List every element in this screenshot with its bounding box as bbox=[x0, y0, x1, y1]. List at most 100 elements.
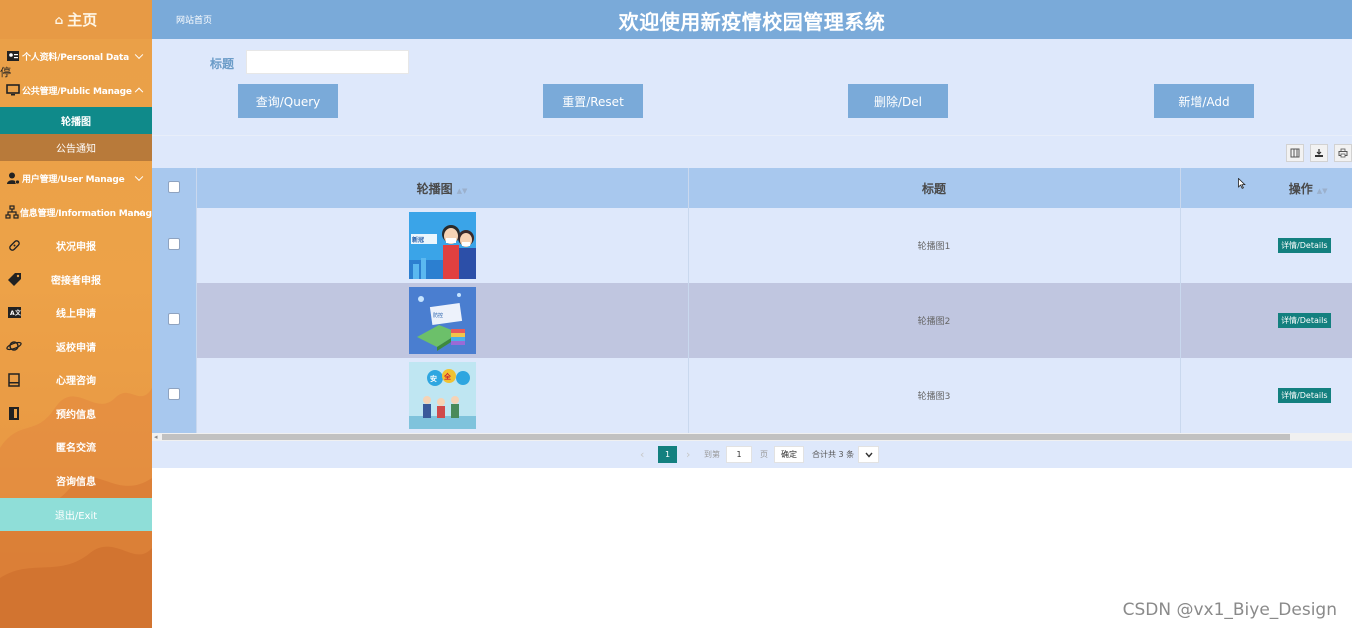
goto-confirm-button[interactable]: 确定 bbox=[774, 446, 804, 463]
goto-label: 到第 bbox=[704, 450, 720, 459]
sidebar-brand[interactable]: ⌂ 主页 bbox=[0, 0, 152, 39]
menu-group-label: 用户管理/User Manage bbox=[22, 174, 125, 185]
menu-group-info[interactable]: 信息管理/Information Manage bbox=[0, 195, 152, 229]
row-checkbox[interactable] bbox=[167, 388, 180, 400]
table-header-row: 轮播图 ▲▼ 标题 操作 ▲▼ bbox=[152, 168, 1352, 208]
stray-glyph: 停 bbox=[0, 66, 11, 79]
menu-item-label: 密接者申报 bbox=[51, 275, 101, 287]
app-root: ⌂ 主页 个人资料/Personal Data 公共管理/Public Mana… bbox=[0, 0, 1352, 628]
export-icon[interactable] bbox=[1310, 144, 1328, 162]
sidebar-item-anonymous-chat[interactable]: 匿名交流 bbox=[0, 430, 152, 464]
menu-item-label: 线上申请 bbox=[56, 309, 96, 321]
sidebar-item-appointment[interactable]: 预约信息 bbox=[0, 397, 152, 431]
menu-item-label: 匿名交流 bbox=[56, 443, 96, 455]
details-button[interactable]: 详情/Details bbox=[1278, 238, 1331, 253]
chevron-down-icon bbox=[134, 50, 144, 60]
sort-icon: ▲▼ bbox=[1316, 186, 1328, 195]
row-checkbox[interactable] bbox=[167, 238, 180, 250]
carousel-thumbnail-3: 安 全 bbox=[408, 362, 476, 429]
column-filter-icon[interactable] bbox=[1286, 144, 1304, 162]
scroll-left-icon[interactable]: ◂ bbox=[154, 433, 158, 441]
page-number-current[interactable]: 1 bbox=[658, 446, 677, 463]
sidebar-item-return-apply[interactable]: 返校申请 bbox=[0, 330, 152, 364]
action-cell: 详情/Details bbox=[1180, 283, 1352, 358]
action-cell: 详情/Details bbox=[1180, 358, 1352, 433]
home-icon: ⌂ bbox=[54, 12, 64, 27]
menu-group-personal[interactable]: 个人资料/Personal Data bbox=[0, 39, 152, 73]
row-select-cell bbox=[152, 208, 197, 283]
total-count: 合计共 3 条 bbox=[812, 450, 855, 459]
title-search-input[interactable] bbox=[246, 50, 409, 74]
image-cell: 安 全 bbox=[196, 358, 689, 433]
chevron-up-icon bbox=[134, 87, 144, 97]
sidebar-item-online-apply[interactable]: A文 线上申请 bbox=[0, 296, 152, 330]
chevron-down-icon bbox=[864, 452, 873, 458]
menu-group-label: 公共管理/Public Manage bbox=[22, 86, 132, 97]
select-all-cell bbox=[152, 168, 197, 208]
sidebar-item-notice[interactable]: 公告通知 bbox=[0, 134, 152, 161]
column-header-label: 标题 bbox=[921, 181, 946, 196]
book-icon bbox=[6, 372, 22, 388]
top-header: 网站首页 欢迎使用新疫情校园管理系统 bbox=[152, 0, 1352, 39]
table-row: 防控 轮播图2 详情/Details bbox=[152, 283, 1352, 358]
prev-page-icon[interactable]: ‹ bbox=[640, 446, 644, 463]
menu-item-label: 返校申请 bbox=[56, 342, 96, 354]
add-button[interactable]: 新增/Add bbox=[1154, 84, 1254, 118]
title-cell: 轮播图2 bbox=[688, 283, 1181, 358]
menu-group-user[interactable]: 用户管理/User Manage bbox=[0, 161, 152, 195]
print-icon[interactable] bbox=[1334, 144, 1352, 162]
sidebar-item-carousel[interactable]: 轮播图 bbox=[0, 107, 152, 134]
sidebar: ⌂ 主页 个人资料/Personal Data 公共管理/Public Mana… bbox=[0, 0, 152, 628]
column-header-actions[interactable]: 操作 ▲▼ bbox=[1180, 168, 1352, 208]
title-cell: 轮播图1 bbox=[688, 208, 1181, 283]
monitor-icon bbox=[5, 82, 21, 98]
watermark: CSDN @vx1_Biye_Design bbox=[1122, 600, 1337, 620]
chevron-down-icon bbox=[134, 172, 144, 182]
scrollbar-thumb[interactable] bbox=[162, 434, 1290, 440]
sidebar-item-consult-info[interactable]: 咨询信息 bbox=[0, 464, 152, 498]
sidebar-item-counseling[interactable]: 心理咨询 bbox=[0, 363, 152, 397]
menu-item-label: 心理咨询 bbox=[56, 376, 96, 388]
menu-group-label: 信息管理/Information Manage bbox=[20, 208, 152, 219]
image-cell: 防控 bbox=[196, 283, 689, 358]
query-button[interactable]: 查询/Query bbox=[238, 84, 338, 118]
sidebar-item-contact-report[interactable]: 密接者申报 bbox=[0, 263, 152, 297]
menu-group-public[interactable]: 公共管理/Public Manage bbox=[0, 73, 152, 107]
delete-button[interactable]: 删除/Del bbox=[848, 84, 948, 118]
svg-text:防控: 防控 bbox=[433, 312, 443, 319]
goto-page-input[interactable]: 1 bbox=[726, 446, 752, 463]
column-header-label: 操作 bbox=[1288, 181, 1313, 196]
table-row: 安 全 轮播图3 详情/Details bbox=[152, 358, 1352, 433]
horizontal-scrollbar[interactable]: ◂ bbox=[152, 433, 1352, 441]
sidebar-item-status-report[interactable]: 状况申报 bbox=[0, 229, 152, 263]
row-checkbox[interactable] bbox=[167, 313, 180, 325]
column-header-image[interactable]: 轮播图 ▲▼ bbox=[196, 168, 689, 208]
sidebar-menu: 个人资料/Personal Data 公共管理/Public Manage 轮播… bbox=[0, 39, 152, 531]
reset-button[interactable]: 重置/Reset bbox=[543, 84, 643, 118]
row-select-cell bbox=[152, 283, 197, 358]
sort-icon: ▲▼ bbox=[456, 186, 468, 195]
title-cell: 轮播图3 bbox=[688, 358, 1181, 433]
translate-icon: A文 bbox=[6, 305, 22, 321]
select-all-checkbox[interactable] bbox=[167, 180, 180, 193]
next-page-icon[interactable]: › bbox=[686, 446, 690, 463]
carousel-thumbnail-1: 新冠 bbox=[408, 212, 476, 279]
column-header-title: 标题 bbox=[688, 168, 1181, 208]
menu-item-label: 预约信息 bbox=[56, 409, 96, 421]
page-size-select[interactable] bbox=[858, 446, 879, 463]
user-gear-icon bbox=[5, 170, 21, 186]
action-cell: 详情/Details bbox=[1180, 208, 1352, 283]
menu-item-label: 咨询信息 bbox=[56, 476, 96, 488]
exit-button[interactable]: 退出/Exit bbox=[0, 498, 152, 531]
details-button[interactable]: 详情/Details bbox=[1278, 313, 1331, 328]
tag-icon bbox=[6, 271, 22, 287]
planet-icon bbox=[6, 338, 22, 354]
carousel-table: 轮播图 ▲▼ 标题 操作 ▲▼ 新冠 轮播图1 详情/Details 防控 轮播… bbox=[152, 168, 1352, 433]
door-icon bbox=[6, 405, 22, 421]
svg-text:新冠: 新冠 bbox=[412, 236, 424, 244]
menu-item-label: 状况申报 bbox=[56, 242, 96, 254]
details-button[interactable]: 详情/Details bbox=[1278, 388, 1331, 403]
table-toolbar bbox=[152, 135, 1352, 168]
menu-group-label: 个人资料/Personal Data bbox=[22, 52, 129, 63]
brand-label: 主页 bbox=[67, 11, 98, 29]
